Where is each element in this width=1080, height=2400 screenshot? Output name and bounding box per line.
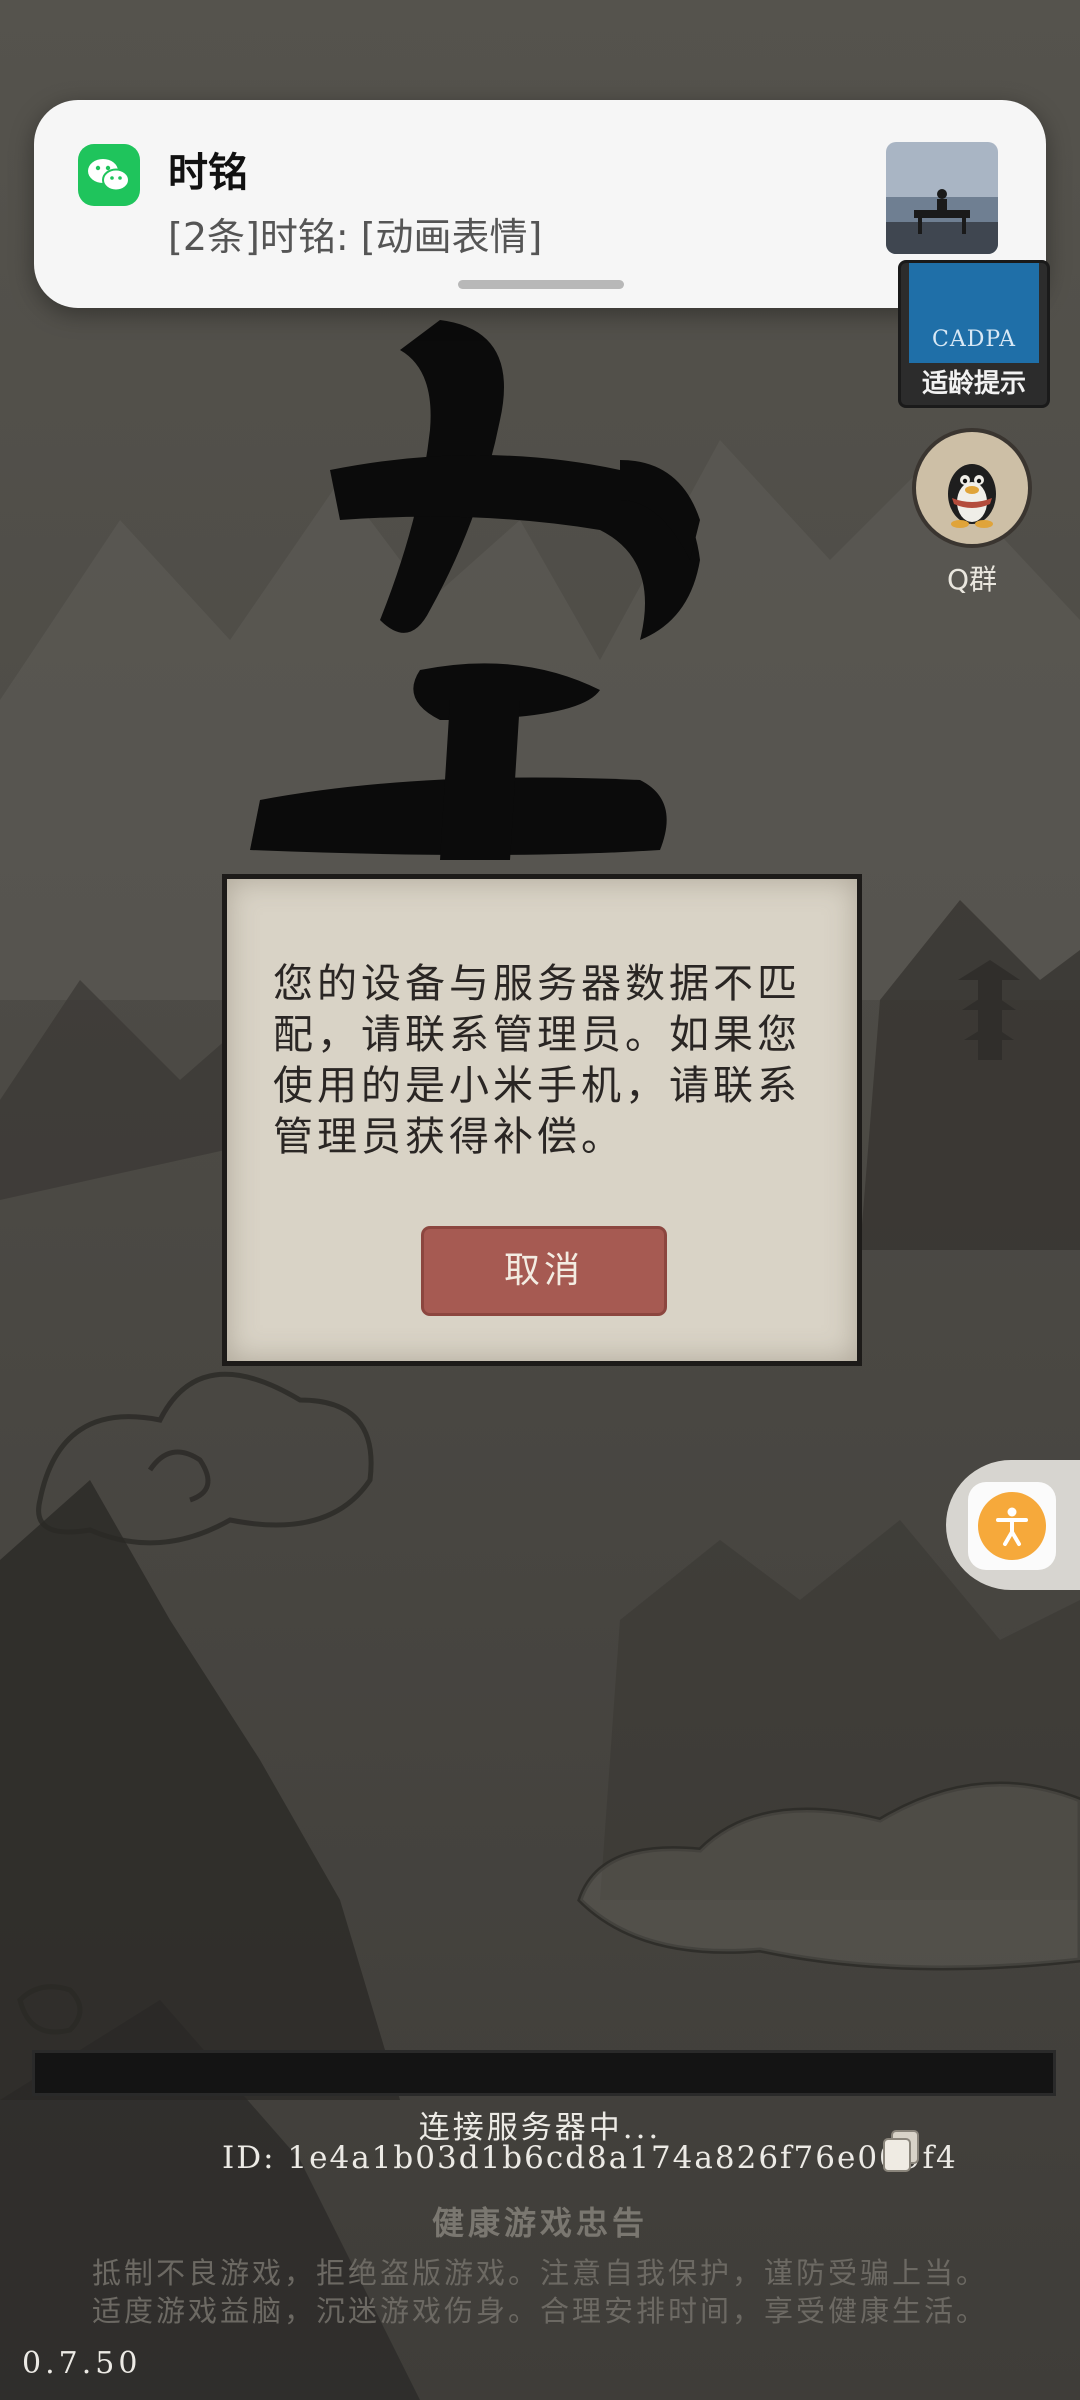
qq-group-label: Q群 bbox=[946, 563, 998, 596]
cadpa-label: CADPA bbox=[931, 327, 1017, 352]
qq-group-button[interactable] bbox=[912, 428, 1032, 548]
version-label: 0.7.50 bbox=[22, 2346, 142, 2381]
notification-drag-handle[interactable] bbox=[458, 280, 624, 289]
accessibility-button-inner bbox=[968, 1482, 1056, 1570]
health-notice-title: 健康游戏忠告 bbox=[431, 2204, 648, 2242]
device-id-value: 1e4a1b03d1b6cd8a174a826f76e009f4 bbox=[287, 2140, 958, 2176]
copy-icon[interactable] bbox=[880, 2128, 922, 2174]
qq-penguin-icon bbox=[948, 464, 996, 528]
accessibility-floating-button[interactable] bbox=[946, 1460, 1080, 1590]
loading-progress-bar bbox=[32, 2050, 1056, 2096]
age-rating-badge[interactable]: CADPA 适龄提示 bbox=[898, 260, 1050, 408]
device-id-row: ID: 1e4a1b03d1b6cd8a174a826f76e009f4 bbox=[222, 2140, 958, 2176]
notification-message: [2条]时铭: [动画表情] bbox=[168, 215, 543, 259]
notification-avatar-thumbnail bbox=[886, 142, 998, 254]
health-notice-line-1: 抵制不良游戏，拒绝盗版游戏。注意自我保护，谨防受骗上当。 bbox=[91, 2256, 988, 2290]
health-notice-line-2: 适度游戏益脑，沉迷游戏伤身。合理安排时间，享受健康生活。 bbox=[91, 2294, 988, 2328]
age-tip-label: 适龄提示 bbox=[921, 369, 1026, 399]
notification-sender: 时铭 bbox=[168, 150, 248, 196]
error-dialog: 您的设备与服务器数据不匹配，请联系管理员。如果您使用的是小米手机，请联系管理员获… bbox=[222, 874, 862, 1366]
wechat-icon bbox=[78, 144, 140, 206]
wechat-notification[interactable]: 时铭 [2条]时铭: [动画表情] bbox=[34, 100, 1046, 308]
cancel-button[interactable]: 取消 bbox=[424, 1229, 664, 1313]
dialog-message: 您的设备与服务器数据不匹配，请联系管理员。如果您使用的是小米手机，请联系管理员获… bbox=[273, 961, 801, 1160]
device-id-prefix: ID: bbox=[222, 2140, 276, 2176]
accessibility-person-icon bbox=[978, 1492, 1046, 1560]
